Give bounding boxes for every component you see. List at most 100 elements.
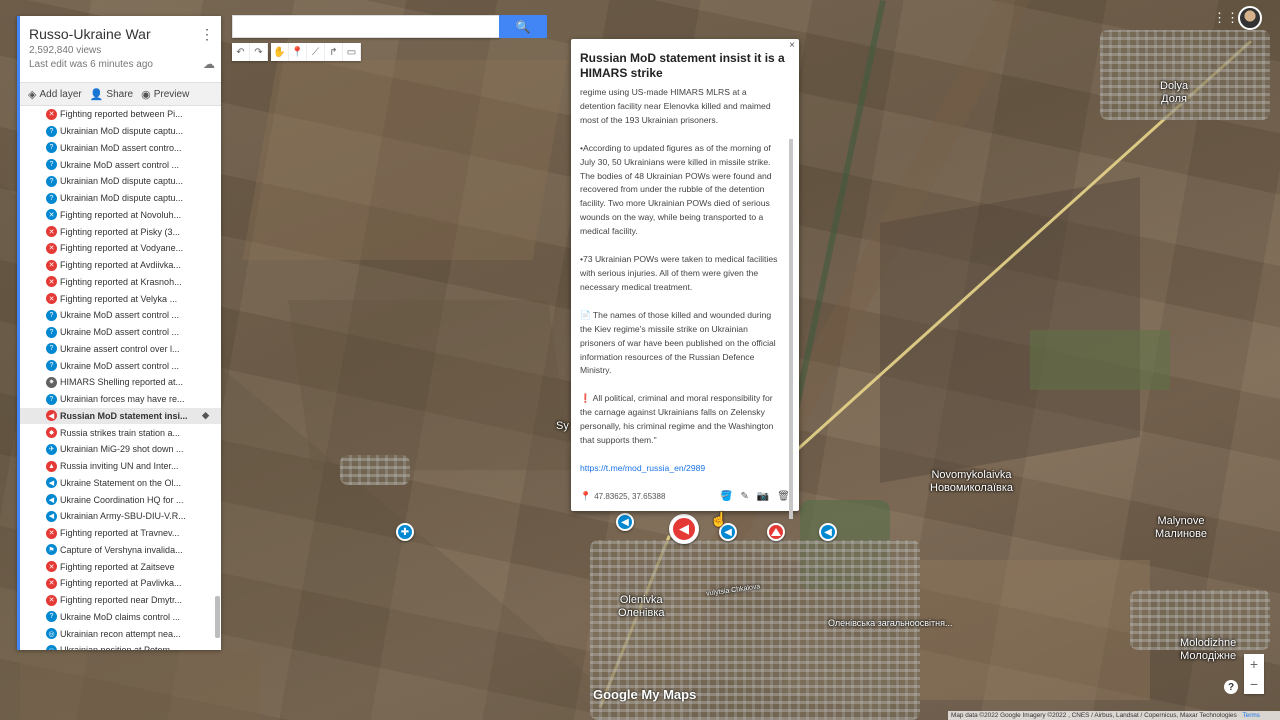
layer-item[interactable]: ▲ Russia inviting UN and Inter... bbox=[20, 458, 221, 475]
share-label: Share bbox=[106, 88, 134, 100]
add-marker-icon[interactable]: 📍 bbox=[289, 43, 307, 61]
road bbox=[786, 0, 886, 442]
layer-item[interactable]: ? Ukraine MoD claims control ... bbox=[20, 609, 221, 626]
feature-title: Russian MoD statement insist it is a HIM… bbox=[580, 51, 785, 80]
map-marker-megaphone[interactable]: ◀ bbox=[819, 523, 837, 541]
layer-item[interactable]: ◎ Ukrainian recon attempt nea... bbox=[20, 625, 221, 642]
feature-description: regime using US-made HIMARS MLRS at a de… bbox=[580, 86, 780, 486]
megaphone-icon: ◀ bbox=[46, 410, 57, 422]
layer-list-scrollbar[interactable] bbox=[215, 596, 220, 638]
layer-item[interactable]: ✕ Fighting reported at Vodyane... bbox=[20, 240, 221, 257]
help-icon[interactable]: ? bbox=[1224, 680, 1238, 694]
layer-item-label: Fighting reported between Pi... bbox=[60, 109, 183, 120]
layer-list[interactable]: ✕ Fighting reported between Pi...? Ukraini… bbox=[20, 106, 221, 650]
zoom-out-button[interactable]: − bbox=[1244, 674, 1264, 694]
my-maps-wordmark: My Maps bbox=[637, 687, 697, 702]
location-pin-icon: 📍 bbox=[580, 490, 592, 501]
map-marker-blue[interactable]: ✚ bbox=[396, 523, 414, 541]
question-icon: ? bbox=[46, 343, 57, 355]
map-marker-megaphone[interactable]: ◀ bbox=[616, 513, 634, 531]
map-title[interactable]: Russo-Ukraine War bbox=[29, 26, 211, 42]
field-patch bbox=[900, 560, 1150, 700]
layer-item[interactable]: ? Ukraine MoD assert control ... bbox=[20, 307, 221, 324]
card-scrollbar[interactable] bbox=[789, 139, 793, 519]
layer-item[interactable]: ? Ukraine MoD assert control ... bbox=[20, 324, 221, 341]
map-marker-triangle[interactable] bbox=[767, 523, 785, 541]
layer-item[interactable]: ✷ HIMARS Shelling reported at... bbox=[20, 374, 221, 391]
delete-trash-icon[interactable]: 🗑 bbox=[777, 491, 790, 502]
question-icon: ? bbox=[46, 360, 57, 372]
style-paint-bucket-icon[interactable]: 🪣 bbox=[720, 491, 732, 502]
close-icon[interactable]: × bbox=[789, 40, 795, 51]
map-label-malynove: Malynove Малинове bbox=[1155, 515, 1207, 540]
layer-item[interactable]: ? Ukraine MoD assert control ... bbox=[20, 156, 221, 173]
layer-item[interactable]: ✕ Fighting reported at Velyka ... bbox=[20, 290, 221, 307]
map-label-molodizhne: Molodizhne Молодіжне bbox=[1180, 637, 1237, 662]
layer-item[interactable]: ◀ Russian MoD statement insi... ◆ bbox=[20, 407, 221, 425]
layer-item[interactable]: ✸ Russia strikes train station a... bbox=[20, 424, 221, 441]
search-input[interactable] bbox=[232, 15, 500, 38]
map-marker-selected-megaphone[interactable]: ◀ bbox=[669, 514, 699, 544]
layer-item[interactable]: ? Ukrainian forces may have re... bbox=[20, 391, 221, 408]
triangle-icon: ▲ bbox=[46, 460, 57, 472]
style-paint-bucket-icon[interactable]: ◆ bbox=[202, 410, 209, 421]
layer-item[interactable]: ? Ukrainian MoD dispute captu... bbox=[20, 123, 221, 140]
preview-button[interactable]: ◉ Preview bbox=[141, 88, 189, 101]
layer-item[interactable]: ✕ Fighting reported at Zaitseve bbox=[20, 558, 221, 575]
layer-item[interactable]: ? Ukrainian MoD dispute captu... bbox=[20, 190, 221, 207]
layer-item[interactable]: ✕ Fighting reported at Krasnoh... bbox=[20, 274, 221, 291]
layer-item[interactable]: ? Ukraine assert control over l... bbox=[20, 341, 221, 358]
layer-item[interactable]: ✕ Fighting reported at Travnev... bbox=[20, 525, 221, 542]
layer-item[interactable]: ◀ Ukraine Coordination HQ for ... bbox=[20, 491, 221, 508]
field-patch bbox=[20, 650, 260, 720]
layer-item-label: Russia strikes train station a... bbox=[60, 427, 181, 438]
more-options-icon[interactable]: ⋮ bbox=[199, 26, 215, 42]
layer-item[interactable]: ✕ Fighting reported between Pi... bbox=[20, 106, 221, 123]
undo-icon[interactable]: ↶ bbox=[232, 43, 250, 61]
layer-item[interactable]: ✕ Fighting reported at Pavlivka... bbox=[20, 575, 221, 592]
layer-item-label: Fighting reported at Pisky (3... bbox=[60, 226, 181, 237]
layer-item[interactable]: ✕ Fighting reported at Avdiivka... bbox=[20, 257, 221, 274]
question-icon: ? bbox=[46, 159, 57, 171]
layer-item-label: HIMARS Shelling reported at... bbox=[60, 377, 184, 388]
layer-item[interactable]: ? Ukrainian MoD assert contro... bbox=[20, 140, 221, 157]
megaphone-icon: ◀ bbox=[46, 494, 57, 506]
layer-item[interactable]: ? Ukrainian MoD dispute captu... bbox=[20, 173, 221, 190]
add-layer-button[interactable]: ◈ Add layer bbox=[28, 88, 82, 101]
crossed-swords-icon: ✕ bbox=[46, 527, 57, 539]
layer-item[interactable]: ☺Ukrainian position at Potom... bbox=[20, 642, 221, 650]
redo-icon[interactable]: ↷ bbox=[250, 43, 268, 61]
camera-icon[interactable]: 📷 bbox=[757, 491, 769, 502]
ruler-icon[interactable]: ▭ bbox=[343, 43, 361, 61]
eye-icon: ◉ bbox=[141, 88, 151, 101]
search-button[interactable]: 🔍 bbox=[499, 15, 547, 38]
edit-pencil-icon[interactable]: ✎ bbox=[740, 491, 748, 502]
layer-item[interactable]: ✕ Fighting reported at Novoluh... bbox=[20, 207, 221, 224]
directions-icon[interactable]: ↱ bbox=[325, 43, 343, 61]
source-link[interactable]: https://t.me/mod_russia_en/2989 bbox=[580, 463, 705, 473]
apps-grid-icon[interactable]: ⋮⋮ bbox=[1213, 10, 1239, 26]
preview-label: Preview bbox=[153, 88, 190, 100]
town-area bbox=[1100, 30, 1270, 120]
layer-item[interactable]: ◀ Ukrainian Army-SBU-DIU-V.R... bbox=[20, 508, 221, 525]
terms-link[interactable]: Terms bbox=[1242, 712, 1259, 719]
zoom-in-button[interactable]: + bbox=[1244, 654, 1264, 674]
share-button[interactable]: 👤 Share bbox=[90, 88, 133, 101]
layer-item[interactable]: ? Ukraine MoD assert control ... bbox=[20, 357, 221, 374]
layer-item[interactable]: ✕ Fighting reported near Dmytr... bbox=[20, 592, 221, 609]
card-tools: 🪣 ✎ 📷 🗑 bbox=[720, 491, 790, 502]
pan-hand-icon[interactable]: ✋ bbox=[271, 43, 289, 61]
draw-line-icon[interactable]: ⟋ bbox=[307, 43, 325, 61]
layer-item[interactable]: ✕ Fighting reported at Pisky (3... bbox=[20, 223, 221, 240]
layer-item-label: Russia inviting UN and Inter... bbox=[60, 461, 179, 472]
layer-item-label: Ukraine MoD assert control ... bbox=[60, 159, 180, 170]
avatar[interactable] bbox=[1238, 6, 1262, 30]
layer-item[interactable]: ✈ Ukrainian MiG-29 shot down ... bbox=[20, 441, 221, 458]
layer-item-label: Fighting reported at Zaitseve bbox=[60, 561, 175, 572]
question-icon: ? bbox=[46, 393, 57, 405]
zoom-control: + − bbox=[1244, 654, 1264, 694]
layer-item[interactable]: ⚑ Capture of Vershyna invalida... bbox=[20, 542, 221, 559]
field-patch bbox=[242, 60, 568, 260]
layer-item[interactable]: ◀ Ukraine Statement on the Ol... bbox=[20, 475, 221, 492]
description-paragraph: regime using US-made HIMARS MLRS at a de… bbox=[580, 87, 771, 125]
